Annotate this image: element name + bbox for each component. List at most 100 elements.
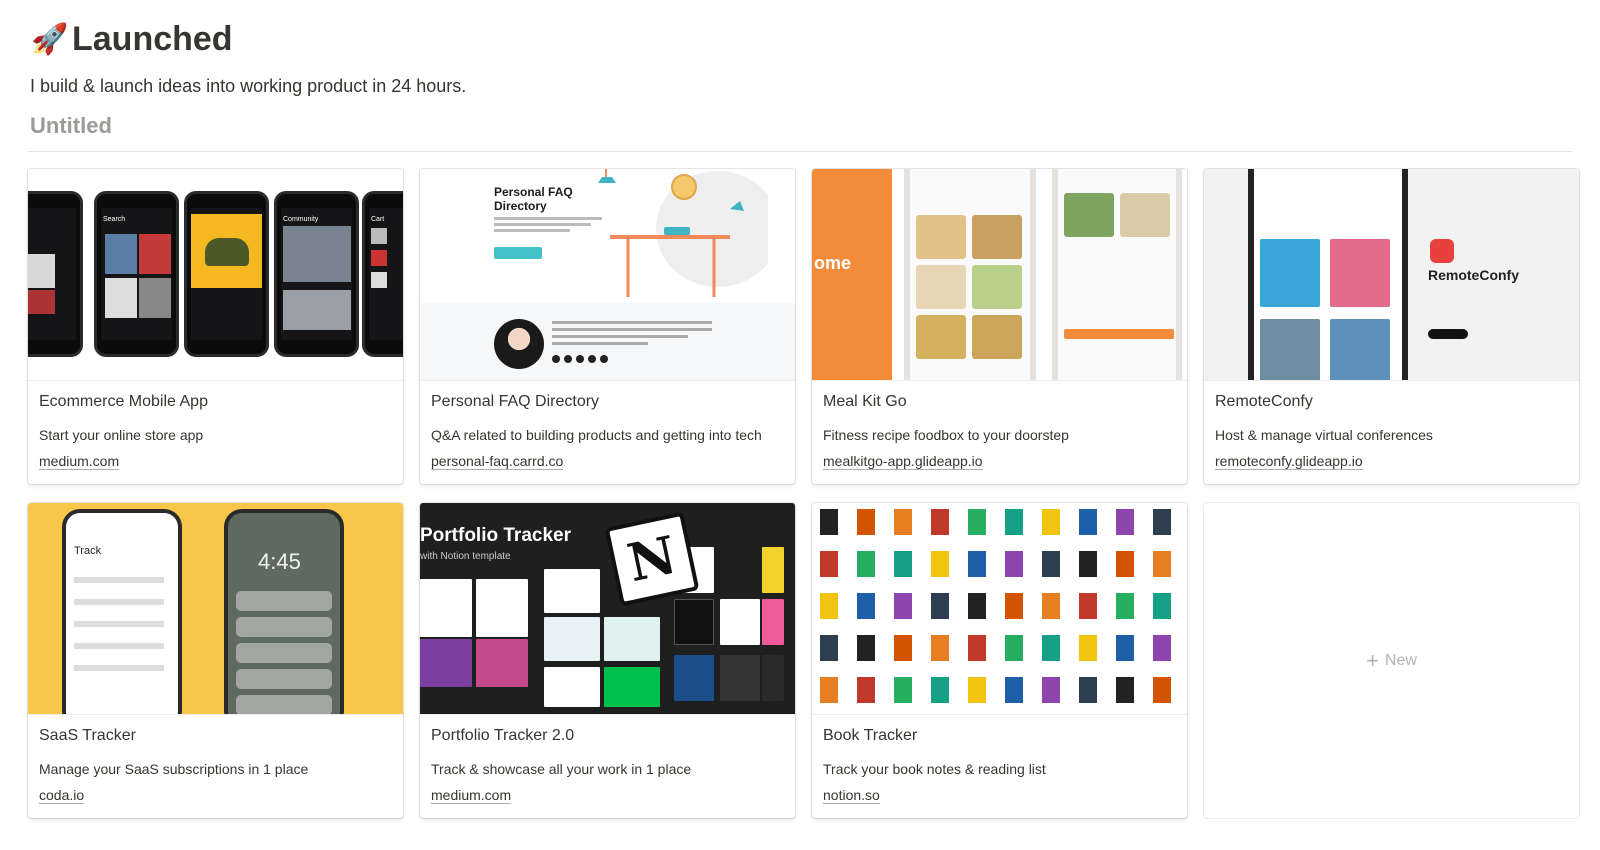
- faq-cover-text: [494, 217, 602, 232]
- book-cover: [968, 677, 986, 703]
- book-cover: [894, 509, 912, 535]
- book-cover: [820, 509, 838, 535]
- book-cover: [1079, 509, 1097, 535]
- book-cover: [1153, 593, 1171, 619]
- book-cover: [1005, 551, 1023, 577]
- card-cover-image: Track 4:45: [28, 503, 403, 715]
- cover-pill: [1428, 329, 1468, 339]
- card-link[interactable]: medium.com: [431, 787, 512, 804]
- book-cover: [968, 593, 986, 619]
- gallery-card-portfolio-tracker[interactable]: Portfolio Tracker with Notion template N…: [420, 503, 795, 818]
- card-subtitle: Manage your SaaS subscriptions in 1 plac…: [39, 761, 309, 777]
- card-link[interactable]: notion.so: [823, 787, 880, 804]
- lockscreen-clock: 4:45: [258, 549, 301, 574]
- notion-logo-icon: N: [604, 511, 700, 607]
- book-cover: [931, 677, 949, 703]
- page-title[interactable]: Launched: [72, 20, 233, 59]
- book-cover: [1116, 509, 1134, 535]
- book-cover: [1005, 509, 1023, 535]
- database-view-name[interactable]: Untitled: [30, 113, 1570, 139]
- phone-mockup: Community: [274, 191, 359, 357]
- title-row: 🚀 Launched: [30, 18, 1570, 60]
- screen-heading: Cart: [371, 216, 385, 223]
- card-cover-image: Personal FAQ Directory: [420, 169, 795, 381]
- phone-mockup: [184, 191, 269, 357]
- book-cover: [1005, 593, 1023, 619]
- gallery-card-book-tracker[interactable]: Book Tracker Track your book notes & rea…: [812, 503, 1187, 818]
- card-subtitle: Q&A related to building products and get…: [431, 427, 762, 443]
- phone-mockup: [28, 191, 83, 357]
- phone-mockup: Search: [94, 191, 179, 357]
- book-cover: [894, 635, 912, 661]
- screen-heading: Search: [103, 216, 126, 223]
- new-card-button[interactable]: + New: [1204, 503, 1579, 818]
- book-cover: [1079, 593, 1097, 619]
- rocket-icon[interactable]: 🚀: [30, 19, 70, 59]
- book-cover: [931, 509, 949, 535]
- book-cover: [1153, 509, 1171, 535]
- app-heading: Track: [74, 545, 102, 557]
- book-cover: [820, 677, 838, 703]
- new-card-label-wrap: + New: [1366, 647, 1417, 673]
- plus-icon: +: [1366, 647, 1379, 673]
- card-cover-image: ome: [812, 169, 1187, 381]
- gallery-card-faq[interactable]: Personal FAQ Directory Personal FAQ Dire…: [420, 169, 795, 484]
- desk-illustration: [598, 169, 768, 297]
- book-cover: [1153, 677, 1171, 703]
- book-cover: [857, 635, 875, 661]
- book-cover: [1079, 677, 1097, 703]
- card-cover-image: RemoteConfy: [1204, 169, 1579, 381]
- screen-heading: Community: [283, 216, 319, 223]
- card-link[interactable]: personal-faq.carrd.co: [431, 453, 564, 470]
- card-cover-image: Portfolio Tracker with Notion template N: [420, 503, 795, 715]
- card-link[interactable]: medium.com: [39, 453, 120, 470]
- card-subtitle: Fitness recipe foodbox to your doorstep: [823, 427, 1069, 443]
- book-cover: [1116, 551, 1134, 577]
- card-title: SaaS Tracker: [39, 727, 136, 744]
- book-cover: [1005, 635, 1023, 661]
- book-cover: [1079, 551, 1097, 577]
- card-title: Book Tracker: [823, 727, 918, 744]
- cover-subtitle: with Notion template: [420, 551, 511, 562]
- book-cover: [820, 635, 838, 661]
- card-title: Meal Kit Go: [823, 393, 907, 410]
- book-cover: [857, 509, 875, 535]
- book-cover: [1079, 635, 1097, 661]
- remoteconfy-brand: RemoteConfy: [1428, 267, 1520, 283]
- book-cover: [894, 677, 912, 703]
- cover-title: Portfolio Tracker: [420, 525, 571, 546]
- book-cover: [1042, 677, 1060, 703]
- card-subtitle: Start your online store app: [39, 427, 204, 443]
- avatar: [494, 319, 544, 369]
- gallery-card-saas-tracker[interactable]: Track 4:45 SaaS Tracker Manage your SaaS…: [28, 503, 403, 818]
- card-title: Portfolio Tracker 2.0: [431, 727, 575, 744]
- gallery-card-ecommerce[interactable]: Search Community Cart Ecommerce Mobile A…: [28, 169, 403, 484]
- gallery-card-meal-kit[interactable]: ome Meal Kit Go Fitness recipe foodbox t…: [812, 169, 1187, 484]
- book-cover: [1153, 551, 1171, 577]
- page-description[interactable]: I build & launch ideas into working prod…: [30, 76, 1570, 97]
- phone-mockup: Cart: [362, 191, 403, 357]
- page-header: 🚀 Launched I build & launch ideas into w…: [30, 18, 1570, 139]
- faq-cover-button: [494, 247, 542, 259]
- card-title: RemoteConfy: [1215, 393, 1313, 410]
- card-link[interactable]: mealkitgo-app.glideapp.io: [823, 453, 983, 470]
- book-cover: [1116, 635, 1134, 661]
- book-cover: [857, 593, 875, 619]
- card-link[interactable]: remoteconfy.glideapp.io: [1215, 453, 1363, 470]
- book-cover: [1042, 509, 1060, 535]
- book-cover: [1116, 677, 1134, 703]
- phone-mockup: 4:45: [224, 509, 344, 714]
- book-cover: [1116, 593, 1134, 619]
- book-cover: [1042, 593, 1060, 619]
- book-cover: [931, 551, 949, 577]
- book-cover: [857, 677, 875, 703]
- gallery-card-remoteconfy[interactable]: RemoteConfy RemoteConfy Host & manage vi…: [1204, 169, 1579, 484]
- gallery-grid: Search Community Cart Ecommerce Mobile A…: [28, 169, 1579, 818]
- hero-panel: [812, 169, 892, 380]
- book-cover: [1042, 635, 1060, 661]
- book-cover: [968, 635, 986, 661]
- card-link[interactable]: coda.io: [39, 787, 85, 804]
- hero-text: ome: [814, 253, 852, 273]
- book-cover: [1005, 677, 1023, 703]
- book-cover: [894, 551, 912, 577]
